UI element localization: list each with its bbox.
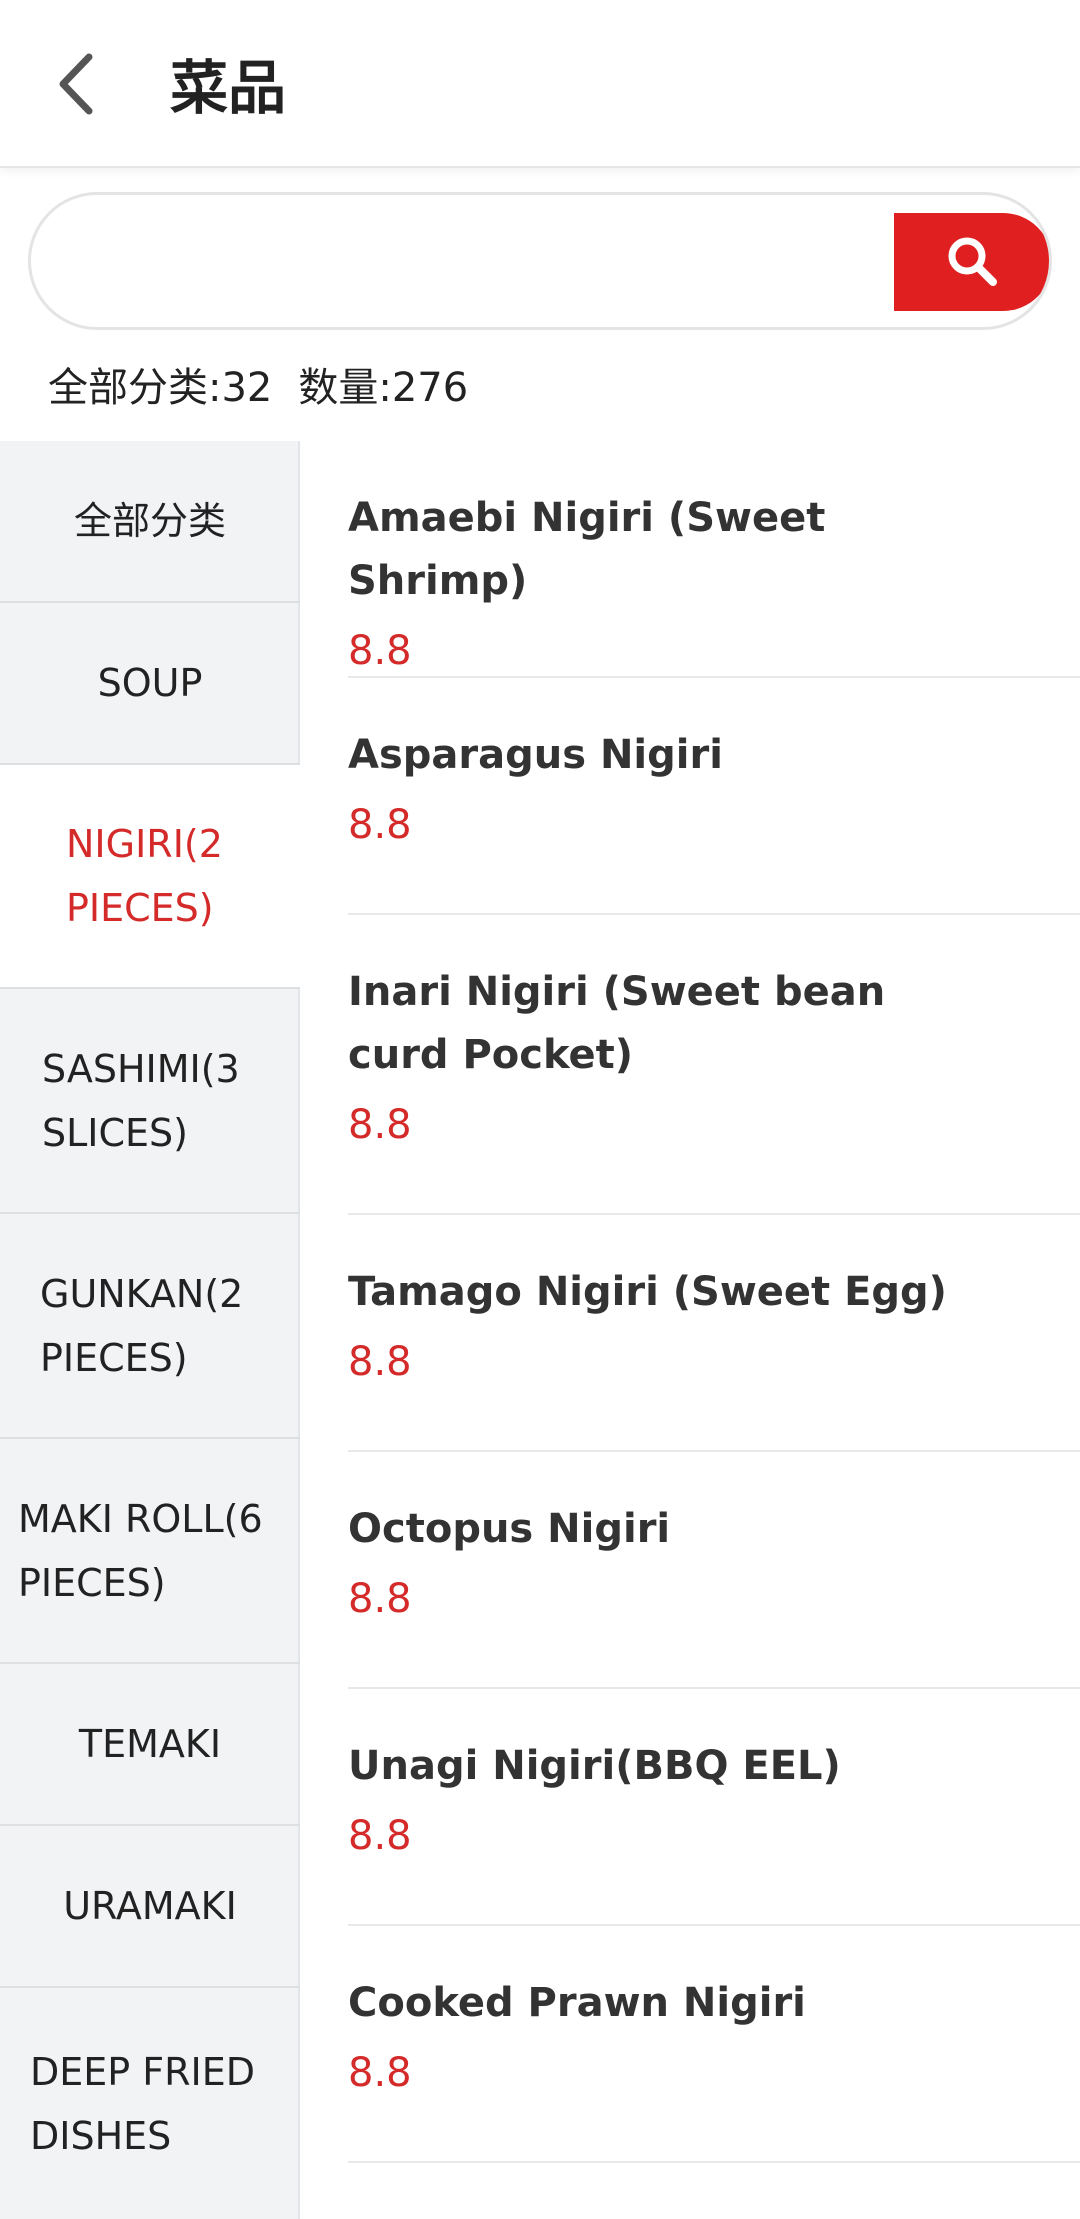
sidebar-item-deep-fried[interactable]: DEEP FRIED DISHES	[0, 1988, 300, 2219]
sidebar-item-all[interactable]: 全部分类	[0, 441, 300, 603]
dish-price: 8.8	[348, 1813, 412, 1859]
dish-price: 8.8	[348, 2050, 412, 2096]
sidebar-item-maki-roll[interactable]: MAKI ROLL(6 PIECES)	[0, 1439, 300, 1664]
dish-name: Asparagus Nigiri	[348, 732, 723, 778]
list-item[interactable]: Tamago Nigiri (Sweet Egg) 8.8	[348, 1215, 1080, 1452]
dish-list: Amaebi Nigiri (Sweet Shrimp) 8.8 Asparag…	[302, 441, 1080, 2219]
sidebar-item-label: NIGIRI(2 PIECES)	[66, 822, 223, 930]
top-app-bar: 菜品	[0, 0, 1080, 168]
search-bar	[28, 192, 1052, 330]
search-button[interactable]	[894, 213, 1049, 311]
dish-price: 8.8	[348, 1102, 412, 1148]
sidebar-item-gunkan[interactable]: GUNKAN(2 PIECES)	[0, 1214, 300, 1439]
sidebar-item-label: SASHIMI(3 SLICES)	[42, 1046, 240, 1155]
search-icon	[948, 237, 997, 286]
list-item[interactable]: Unagi Nigiri(BBQ EEL) 8.8	[348, 1689, 1080, 1926]
page-title: 菜品	[170, 54, 287, 122]
sidebar-item-temaki[interactable]: TEMAKI	[0, 1664, 300, 1826]
dish-price: 8.8	[348, 1576, 412, 1622]
sidebar-item-nigiri[interactable]: NIGIRI(2 PIECES)	[0, 765, 300, 989]
dish-price: 8.8	[348, 1339, 412, 1385]
dish-name: Inari Nigiri (Sweet bean curd Pocket)	[348, 969, 886, 1078]
sidebar-item-label: 全部分类	[73, 499, 226, 543]
dish-price: 8.8	[348, 802, 412, 848]
dish-name: Cooked Prawn Nigiri	[348, 1980, 806, 2026]
category-summary: 全部分类:32 数量:276	[48, 358, 494, 418]
list-item[interactable]: Asparagus Nigiri 8.8	[348, 678, 1080, 915]
list-item[interactable]: Cooked Prawn Nigiri 8.8	[348, 1926, 1080, 2163]
dish-name: Tamago Nigiri (Sweet Egg)	[348, 1269, 947, 1315]
sidebar-item-label: MAKI ROLL(6 PIECES)	[18, 1496, 263, 1605]
sidebar-item-label: DEEP FRIED DISHES	[30, 2049, 256, 2158]
search-input[interactable]	[71, 195, 891, 327]
sidebar-item-label: GUNKAN(2 PIECES)	[40, 1271, 244, 1380]
sidebar-item-uramaki[interactable]: URAMAKI	[0, 1826, 300, 1988]
category-total: 全部分类:32	[48, 365, 273, 411]
sidebar-item-sashimi[interactable]: SASHIMI(3 SLICES)	[0, 989, 300, 1214]
list-item[interactable]: Octopus Nigiri 8.8	[348, 1452, 1080, 1689]
sidebar-item-soup[interactable]: SOUP	[0, 603, 300, 765]
sidebar-item-label: SOUP	[97, 661, 203, 705]
list-item[interactable]: Amaebi Nigiri (Sweet Shrimp) 8.8	[348, 441, 1080, 678]
back-button[interactable]	[36, 44, 116, 124]
dish-name: Amaebi Nigiri (Sweet Shrimp)	[348, 495, 826, 604]
dish-count: 数量:276	[298, 365, 469, 411]
category-sidebar: 全部分类 SOUP NIGIRI(2 PIECES) SASHIMI(3 SLI…	[0, 441, 300, 2219]
dish-price: 8.8	[348, 628, 412, 674]
chevron-left-icon	[59, 53, 93, 115]
sidebar-item-label: URAMAKI	[63, 1884, 237, 1928]
sidebar-item-label: TEMAKI	[78, 1722, 222, 1766]
dish-name: Octopus Nigiri	[348, 1506, 671, 1552]
list-item[interactable]: Inari Nigiri (Sweet bean curd Pocket) 8.…	[348, 915, 1080, 1215]
dish-name: Unagi Nigiri(BBQ EEL)	[348, 1743, 841, 1789]
